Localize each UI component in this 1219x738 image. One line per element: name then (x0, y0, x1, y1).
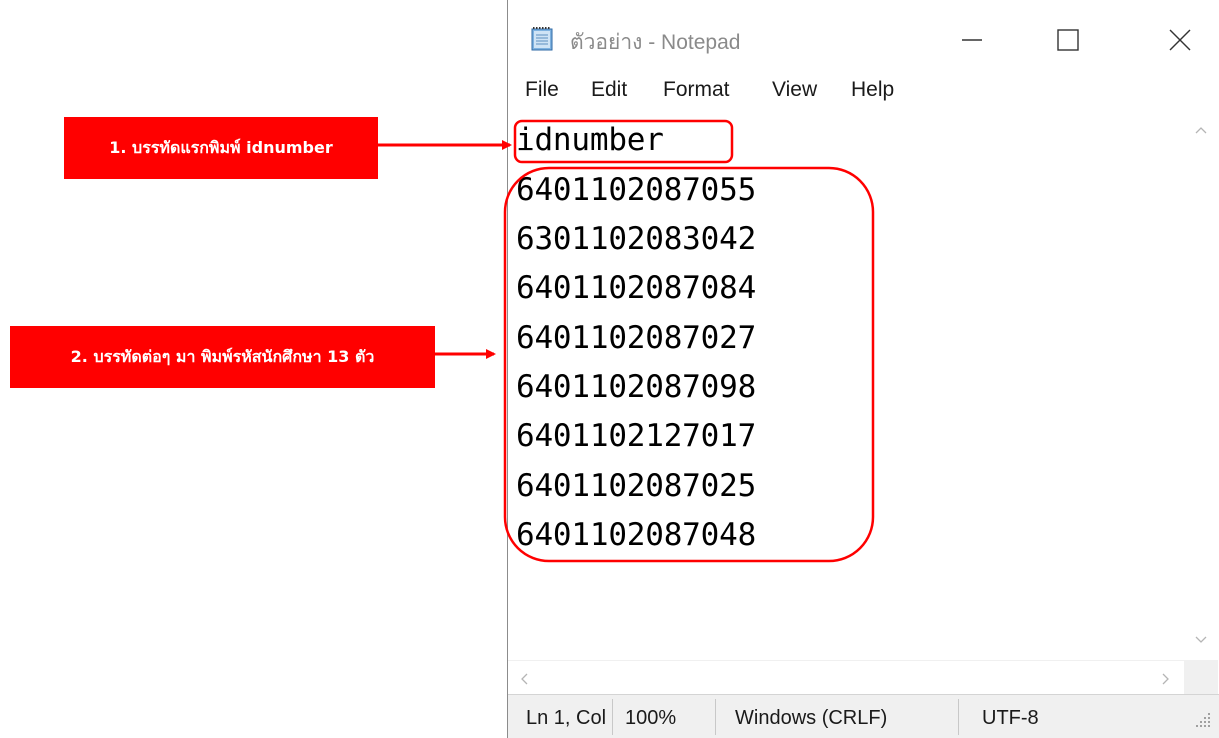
horizontal-scrollbar[interactable] (508, 660, 1184, 695)
notepad-window: ตัวอย่าง - Notepad File Edit Format View… (507, 0, 1219, 738)
editor-line: 6401102087098 (516, 369, 757, 405)
status-divider (612, 699, 613, 735)
resize-grip-icon[interactable] (1192, 709, 1214, 731)
scroll-down-icon[interactable] (1193, 634, 1209, 646)
title-bar[interactable]: ตัวอย่าง - Notepad (508, 0, 1219, 84)
editor-line: 6401102087084 (516, 270, 757, 306)
menu-file[interactable]: File (525, 78, 559, 102)
minimize-button[interactable] (952, 20, 992, 60)
editor-line: 6401102087027 (516, 320, 757, 356)
notepad-icon (531, 27, 553, 51)
annotation-step2: 2. บรรทัดต่อๆ มา พิมพ์รหัสนักศึกษา 13 ตั… (10, 326, 435, 388)
editor-line: 6401102087048 (516, 517, 757, 553)
annotation-step1: 1. บรรทัดแรกพิมพ์ idnumber (64, 117, 378, 179)
status-position: Ln 1, Col 1 (526, 707, 612, 729)
vertical-scrollbar[interactable] (1184, 116, 1218, 660)
editor-line: idnumber (516, 122, 664, 158)
status-divider (715, 699, 716, 735)
scroll-corner (1184, 660, 1218, 694)
status-zoom: 100% (625, 707, 677, 729)
scroll-right-icon[interactable] (1160, 671, 1172, 687)
status-bar: Ln 1, Col 1 100% Windows (CRLF) UTF-8 (508, 694, 1219, 738)
menu-bar: File Edit Format View Help (508, 78, 1219, 110)
scroll-left-icon[interactable] (518, 671, 530, 687)
menu-help[interactable]: Help (851, 78, 894, 102)
maximize-button[interactable] (1048, 20, 1088, 60)
editor-line: 6401102087025 (516, 468, 757, 504)
editor-line: 6301102083042 (516, 221, 757, 257)
menu-edit[interactable]: Edit (591, 78, 627, 102)
close-button[interactable] (1160, 20, 1200, 60)
status-divider (958, 699, 959, 735)
text-editor[interactable]: idnumber 6401102087055 6301102083042 640… (516, 116, 1176, 656)
scroll-up-icon[interactable] (1193, 124, 1209, 136)
status-line-ending: Windows (CRLF) (735, 707, 888, 729)
window-title: ตัวอย่าง - Notepad (570, 31, 741, 54)
menu-view[interactable]: View (772, 78, 817, 102)
status-encoding: UTF-8 (982, 707, 1039, 729)
editor-line: 6401102127017 (516, 418, 757, 454)
editor-line: 6401102087055 (516, 172, 757, 208)
menu-format[interactable]: Format (663, 78, 730, 102)
